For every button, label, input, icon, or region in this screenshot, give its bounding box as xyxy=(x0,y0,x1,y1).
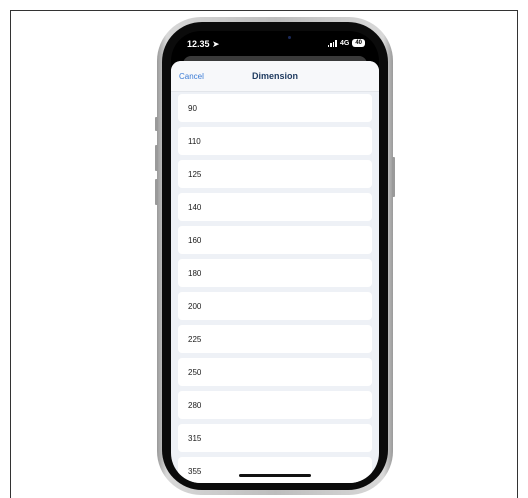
phone-screen: 12.35 ➤ 4G 40 Cancel Dimension 90 110 12… xyxy=(171,31,379,483)
dimension-option-180[interactable]: 180 xyxy=(178,259,372,287)
power-button xyxy=(392,157,395,197)
dimension-option-315[interactable]: 315 xyxy=(178,424,372,452)
clock-text: 12.35 xyxy=(187,39,210,49)
dimension-option-225[interactable]: 225 xyxy=(178,325,372,353)
dimension-option-355[interactable]: 355 xyxy=(178,457,372,483)
dimension-sheet: Cancel Dimension 90 110 125 140 160 180 … xyxy=(171,61,379,483)
dimension-options-list: 90 110 125 140 160 180 200 225 250 280 3… xyxy=(178,94,372,483)
network-type: 4G xyxy=(339,39,350,47)
dimension-option-160[interactable]: 160 xyxy=(178,226,372,254)
status-indicators: 4G 40 xyxy=(327,39,365,47)
sheet-header: Cancel Dimension xyxy=(171,61,379,92)
battery-icon: 40 xyxy=(352,39,365,47)
front-camera-icon xyxy=(288,36,291,39)
location-arrow-icon: ➤ xyxy=(212,39,220,49)
dimension-option-250[interactable]: 250 xyxy=(178,358,372,386)
home-indicator[interactable] xyxy=(239,474,311,477)
mute-switch xyxy=(155,117,158,131)
dimension-option-125[interactable]: 125 xyxy=(178,160,372,188)
dimension-option-140[interactable]: 140 xyxy=(178,193,372,221)
cellular-signal-icon xyxy=(327,39,337,47)
dimension-option-110[interactable]: 110 xyxy=(178,127,372,155)
phone-device: 12.35 ➤ 4G 40 Cancel Dimension 90 110 12… xyxy=(155,17,395,495)
volume-down-button xyxy=(155,179,158,205)
volume-up-button xyxy=(155,145,158,171)
sheet-title: Dimension xyxy=(251,71,298,81)
status-bar: 12.35 ➤ 4G 40 xyxy=(171,31,379,55)
dynamic-island xyxy=(243,31,309,51)
dimension-option-90[interactable]: 90 xyxy=(178,94,372,122)
dimension-option-200[interactable]: 200 xyxy=(178,292,372,320)
dimension-option-280[interactable]: 280 xyxy=(178,391,372,419)
status-time: 12.35 ➤ xyxy=(187,39,220,50)
